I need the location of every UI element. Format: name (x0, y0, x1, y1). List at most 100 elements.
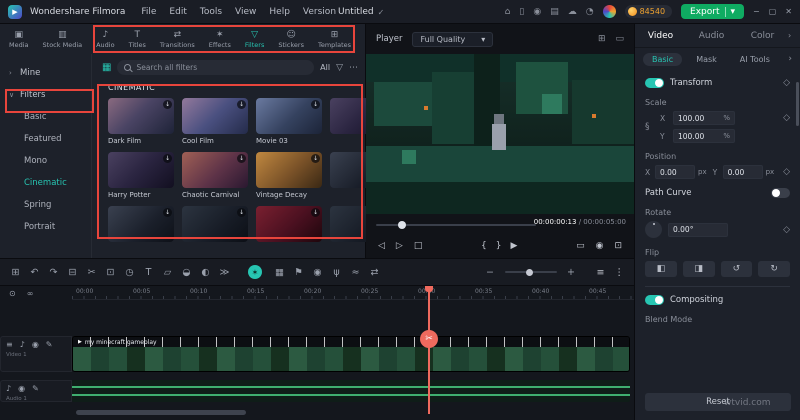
render-preview-icon[interactable]: ▶ (510, 241, 517, 251)
export-button[interactable]: Export ▾ (681, 4, 745, 19)
layout-icon[interactable]: ▤ (550, 7, 559, 17)
download-icon[interactable]: ↓ (163, 100, 172, 109)
screen-recorder-icon[interactable]: ◉ (533, 7, 541, 17)
filter-card[interactable]: ↓ Movie 03 (256, 98, 322, 145)
sidebar-item-portrait[interactable]: Portrait (0, 216, 91, 238)
tab-audio-settings[interactable]: Audio (686, 31, 737, 41)
track-list-icon[interactable]: ≡ (597, 267, 605, 278)
cloud-icon[interactable]: ☁ (568, 7, 577, 17)
filter-card[interactable]: ↓ (330, 206, 366, 242)
tab-stock-media[interactable]: ▥ Stock Media (36, 30, 90, 49)
play-icon[interactable]: ▷ (396, 241, 403, 251)
crop-icon[interactable]: ⊡ (101, 267, 120, 278)
download-icon[interactable]: ↓ (311, 154, 320, 163)
voiceover-icon[interactable]: ≈ (346, 267, 365, 278)
clip-library-icon[interactable]: ▦ (270, 267, 289, 278)
inspector-scrollbar[interactable] (796, 82, 799, 126)
filter-card[interactable]: ↓ (182, 206, 248, 242)
store-icon[interactable]: ⌂ (505, 7, 511, 17)
tab-titles[interactable]: T Titles (122, 30, 153, 49)
track-mute-icon[interactable]: ♪ (20, 340, 25, 349)
zoom-slider[interactable] (504, 268, 557, 276)
filter-card[interactable]: ↓ Dark Film (108, 98, 174, 145)
filter-thumbnail[interactable]: ↓ (330, 152, 366, 188)
export-caret-icon[interactable]: ▾ (731, 7, 736, 17)
keyframe-diamond-icon[interactable]: ◇ (783, 78, 790, 88)
tab-stickers[interactable]: ☺ Stickers (271, 30, 311, 49)
filter-thumbnail[interactable]: ↓ (182, 206, 248, 242)
scale-y-input[interactable]: 100.00% (673, 129, 735, 143)
compositing-toggle[interactable] (645, 295, 664, 305)
filter-thumbnail[interactable]: ↓ (108, 98, 174, 134)
tab-media[interactable]: ▣ Media (2, 30, 36, 49)
rotate-input[interactable]: 0.00° (668, 222, 728, 237)
tab-transitions[interactable]: ⇄ Transitions (153, 30, 202, 49)
download-icon[interactable]: ↓ (237, 208, 246, 217)
menu-edit[interactable]: Edit (169, 7, 186, 17)
snap-icon[interactable]: ⊙ (9, 289, 16, 298)
position-x-input[interactable]: 0.00 (655, 165, 695, 179)
subtabs-overflow-icon[interactable]: › (788, 54, 792, 64)
position-y-input[interactable]: 0.00 (722, 165, 763, 179)
menu-view[interactable]: View (235, 7, 256, 17)
menu-help[interactable]: Help (269, 7, 290, 17)
undo-icon[interactable]: ↶ (25, 267, 44, 278)
notification-bell-icon[interactable]: ◔ (586, 7, 594, 17)
ai-assistant-icon[interactable]: ✶ (248, 265, 262, 279)
video-preview[interactable] (366, 54, 634, 214)
path-curve-toggle[interactable] (771, 188, 790, 198)
microphone-icon[interactable]: ψ (327, 267, 346, 278)
menu-tools[interactable]: Tools (200, 7, 222, 17)
seek-handle[interactable] (398, 221, 406, 229)
timeline-options-icon[interactable]: ⋮ (615, 267, 625, 278)
tabs-overflow-icon[interactable]: › (788, 31, 800, 40)
mark-out-icon[interactable]: } (496, 241, 502, 251)
track-edit-icon[interactable]: ✎ (32, 384, 39, 393)
filter-card[interactable]: ↓ (330, 152, 366, 188)
seek-bar[interactable] (376, 220, 536, 230)
playhead-scissors-icon[interactable]: ✂ (420, 330, 438, 348)
rotate-cw-button[interactable]: ↻ (758, 261, 790, 277)
fullscreen-icon[interactable]: ⊡ (614, 241, 622, 251)
sidebar-item-filters[interactable]: ∨ Filters (0, 84, 91, 106)
filter-card[interactable]: ↓ Cool Film (182, 98, 248, 145)
sidebar-item-basic[interactable]: Basic (0, 106, 91, 128)
filter-card[interactable]: ↓ (330, 98, 366, 134)
tab-effects[interactable]: ✶ Effects (202, 30, 238, 49)
mark-in-icon[interactable]: { (481, 241, 487, 251)
preview-display-icon[interactable]: ▭ (615, 34, 624, 44)
video-clip[interactable]: ▶ my minecraft gameplay (72, 336, 630, 372)
tab-templates[interactable]: ⊞ Templates (311, 30, 358, 49)
minimize-button[interactable]: − (753, 7, 760, 16)
display-icon[interactable]: ▭ (576, 241, 585, 251)
user-avatar[interactable] (602, 5, 616, 18)
filter-card[interactable]: ↓ Chaotic Carnival (182, 152, 248, 199)
filter-thumbnail[interactable]: ↓ (108, 206, 174, 242)
tab-color[interactable]: Color (737, 31, 788, 41)
tab-filters[interactable]: ▽ Filters (238, 30, 271, 49)
playhead-line[interactable] (428, 286, 430, 414)
track-visibility-icon[interactable]: ◉ (18, 384, 25, 393)
track-visibility-icon[interactable]: ◉ (32, 340, 39, 349)
flip-vertical-button[interactable]: ◨ (682, 261, 715, 277)
transform-tool-icon[interactable]: ▱ (158, 267, 177, 278)
grid-view-icon[interactable]: ⊞ (598, 34, 606, 44)
sidebar-item-featured[interactable]: Featured (0, 128, 91, 150)
filter-thumbnail[interactable]: ↓ (256, 152, 322, 188)
sidebar-item-mine[interactable]: › Mine (0, 62, 91, 84)
menu-version[interactable]: Version (303, 7, 336, 17)
filter-thumbnail[interactable]: ↓ (182, 152, 248, 188)
close-button[interactable]: ✕ (785, 7, 792, 16)
all-dropdown[interactable]: All (320, 63, 330, 72)
playhead-handle[interactable] (425, 286, 433, 292)
flip-horizontal-button[interactable]: ◧ (645, 261, 677, 277)
download-icon[interactable]: ↓ (311, 208, 320, 217)
filter-thumbnail[interactable]: ↓ (108, 152, 174, 188)
record-icon[interactable]: ◉ (308, 267, 327, 278)
marker-icon[interactable]: ⚑ (289, 267, 308, 278)
split-scissors-icon[interactable]: ✂ (82, 267, 101, 278)
sidebar-item-mono[interactable]: Mono (0, 150, 91, 172)
mask-tool-icon[interactable]: ◐ (196, 267, 215, 278)
stop-icon[interactable]: □ (414, 241, 423, 251)
delete-icon[interactable]: ⊟ (63, 267, 82, 278)
